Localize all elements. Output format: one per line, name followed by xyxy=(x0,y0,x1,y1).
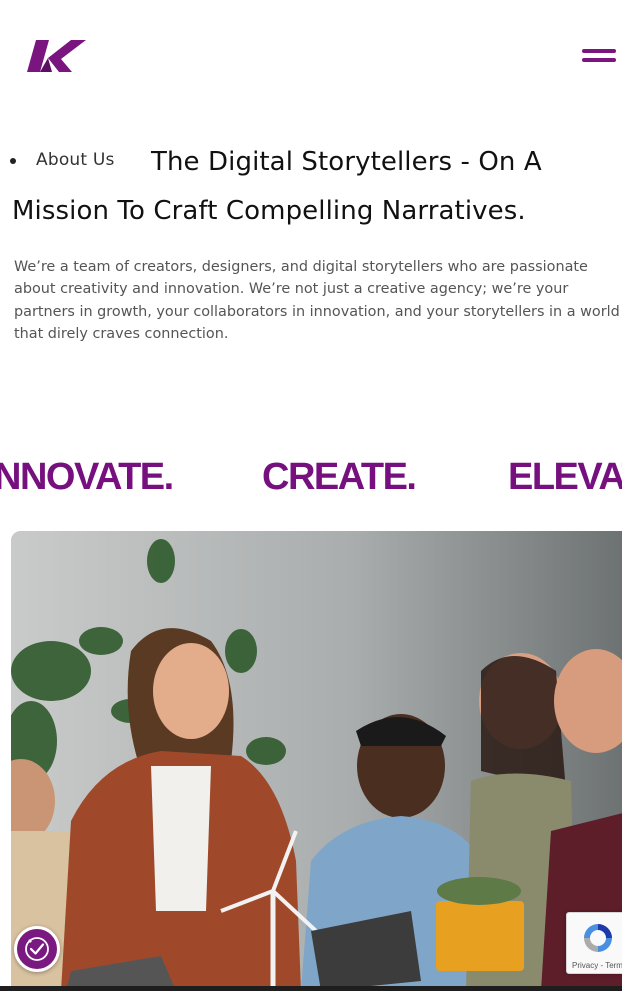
bullet xyxy=(10,158,16,164)
accessibility-glyph-icon xyxy=(25,937,49,961)
marquee-banner: NNOVATE. CREATE. ELEVAT xyxy=(0,456,622,506)
about-us-label: About Us xyxy=(36,150,115,170)
marquee-word-create: CREATE. xyxy=(262,456,417,498)
marquee-word-innovate: NNOVATE. xyxy=(0,456,174,498)
team-photo xyxy=(11,531,622,991)
about-us-nav-item[interactable]: About Us xyxy=(10,150,115,170)
recaptcha-icon xyxy=(584,924,612,952)
intro-paragraph: We’re a team of creators, designers, and… xyxy=(14,259,620,342)
bottom-edge xyxy=(0,986,622,991)
recaptcha-badge[interactable]: Privacy - Terms xyxy=(566,912,622,974)
hamburger-menu-icon[interactable] xyxy=(580,48,618,64)
menu-line xyxy=(582,49,616,53)
menu-line xyxy=(582,58,616,62)
k-logo-icon[interactable] xyxy=(26,38,86,74)
accessibility-icon[interactable] xyxy=(14,926,60,972)
marquee-word-elevate: ELEVAT xyxy=(508,456,622,498)
recaptcha-links[interactable]: Privacy - Terms xyxy=(572,961,622,970)
page: The Digital Storytellers - On A Mission … xyxy=(0,0,622,991)
